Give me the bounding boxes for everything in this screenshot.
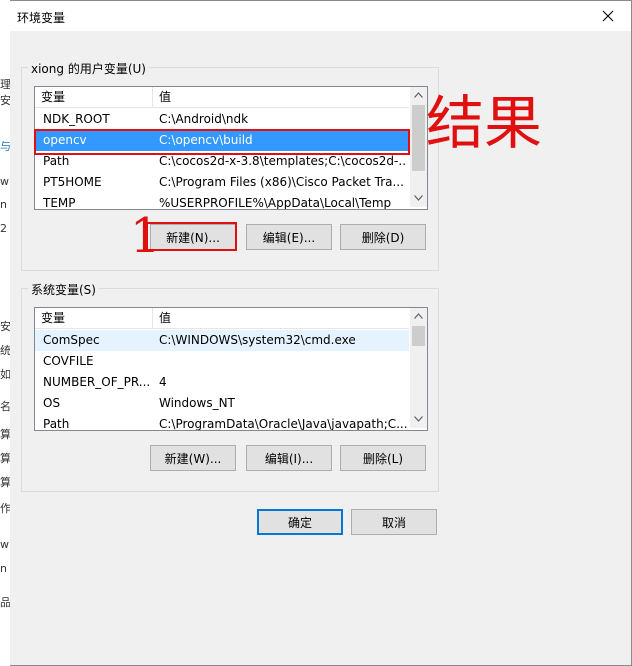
chevron-down-icon	[414, 195, 423, 201]
background-char: 2	[0, 222, 7, 235]
system-edit-button[interactable]: 编辑(I)...	[246, 445, 332, 471]
scroll-up-button[interactable]	[410, 87, 427, 104]
user-variables-label: xiong 的用户变量(U)	[28, 60, 149, 77]
variable-name: ComSpec	[43, 333, 100, 347]
system-delete-button[interactable]: 删除(L)	[340, 445, 426, 471]
chevron-down-icon	[414, 416, 423, 422]
background-char: 与	[0, 140, 10, 153]
dialog-title: 环境变量	[17, 11, 66, 25]
column-header-value[interactable]: 值	[153, 87, 409, 107]
background-text-strip: 理 安 与 w n 2 安 统 如 名 算 算 算 作 w n 品	[0, 0, 10, 666]
list-item[interactable]: OS Windows_NT	[35, 393, 409, 414]
variable-value: C:\Android\ndk	[159, 112, 249, 126]
variable-value: C:\Program Files (x86)\Cisco Packet Tra.…	[159, 175, 404, 189]
scrollbar-thumb[interactable]	[412, 326, 425, 346]
column-header-variable[interactable]: 变量	[35, 87, 153, 107]
column-header-variable[interactable]: 变量	[35, 308, 153, 328]
background-char: 安	[0, 320, 10, 333]
title-bar: 环境变量	[1, 1, 631, 31]
background-char: 统	[0, 344, 10, 357]
variable-name: PT5HOME	[43, 175, 102, 189]
chevron-up-icon	[414, 92, 423, 98]
list-item[interactable]: NDK_ROOT C:\Android\ndk	[35, 109, 409, 130]
background-char: 名	[0, 400, 10, 413]
variable-name: OS	[43, 396, 61, 410]
list-header: 变量 值	[35, 87, 409, 108]
chevron-up-icon	[414, 313, 423, 319]
scroll-up-button[interactable]	[410, 308, 427, 325]
variable-name: Path	[43, 417, 70, 431]
list-item[interactable]: Path C:\ProgramData\Oracle\Java\javapath…	[35, 414, 409, 431]
background-char: 算	[0, 452, 10, 465]
user-delete-button[interactable]: 删除(D)	[340, 224, 426, 250]
list-item[interactable]: ComSpec C:\WINDOWS\system32\cmd.exe	[35, 330, 409, 351]
annotation-highlight-opencv-row	[34, 129, 410, 155]
user-edit-button[interactable]: 编辑(E)...	[246, 224, 332, 250]
background-char: w	[0, 175, 9, 188]
variable-value: C:\ProgramData\Oracle\Java\javapath;C...	[159, 417, 407, 431]
background-char: 如	[0, 368, 10, 381]
scroll-down-button[interactable]	[410, 190, 427, 207]
background-char: 安	[0, 94, 10, 107]
variable-name: NUMBER_OF_PR...	[43, 375, 149, 389]
annotation-step-number: 1	[130, 208, 161, 264]
close-button[interactable]	[585, 1, 631, 31]
cancel-button[interactable]: 取消	[351, 509, 437, 535]
background-char: 品	[0, 596, 10, 609]
background-char: 算	[0, 476, 10, 489]
background-char: n	[0, 562, 7, 575]
list-item[interactable]: COVFILE	[35, 351, 409, 372]
background-char: 理	[0, 78, 10, 91]
variable-value: %USERPROFILE%\AppData\Local\Temp	[159, 196, 392, 210]
scroll-down-button[interactable]	[410, 411, 427, 428]
system-new-button[interactable]: 新建(W)...	[150, 445, 236, 471]
list-item[interactable]: NUMBER_OF_PR... 4	[35, 372, 409, 393]
variable-value: 4	[159, 375, 167, 389]
vertical-scrollbar[interactable]	[410, 308, 427, 428]
list-item[interactable]: PT5HOME C:\Program Files (x86)\Cisco Pac…	[35, 172, 409, 193]
annotation-result-label: 结果	[426, 89, 543, 157]
list-header: 变量 值	[35, 308, 409, 329]
system-variables-list[interactable]: 变量 值 ComSpec C:\WINDOWS\system32\cmd.exe…	[34, 307, 428, 431]
background-char: n	[0, 198, 7, 211]
background-char: 作	[0, 502, 10, 515]
variable-value: Windows_NT	[159, 396, 235, 410]
system-variables-group: 系统变量(S) 变量 值 ComSpec C:\WINDOWS\system32…	[21, 281, 439, 492]
system-variables-label: 系统变量(S)	[28, 281, 99, 298]
variable-name: NDK_ROOT	[43, 112, 110, 126]
variable-value: C:\WINDOWS\system32\cmd.exe	[159, 333, 356, 347]
scrollbar-thumb[interactable]	[412, 105, 425, 171]
background-char: w	[0, 538, 9, 551]
column-header-value[interactable]: 值	[153, 308, 409, 328]
variable-name: COVFILE	[43, 354, 94, 368]
ok-button[interactable]: 确定	[257, 509, 343, 535]
vertical-scrollbar[interactable]	[410, 87, 427, 207]
background-char: 算	[0, 428, 10, 441]
close-icon	[602, 10, 614, 22]
list-item[interactable]: TEMP %USERPROFILE%\AppData\Local\Temp	[35, 193, 409, 210]
